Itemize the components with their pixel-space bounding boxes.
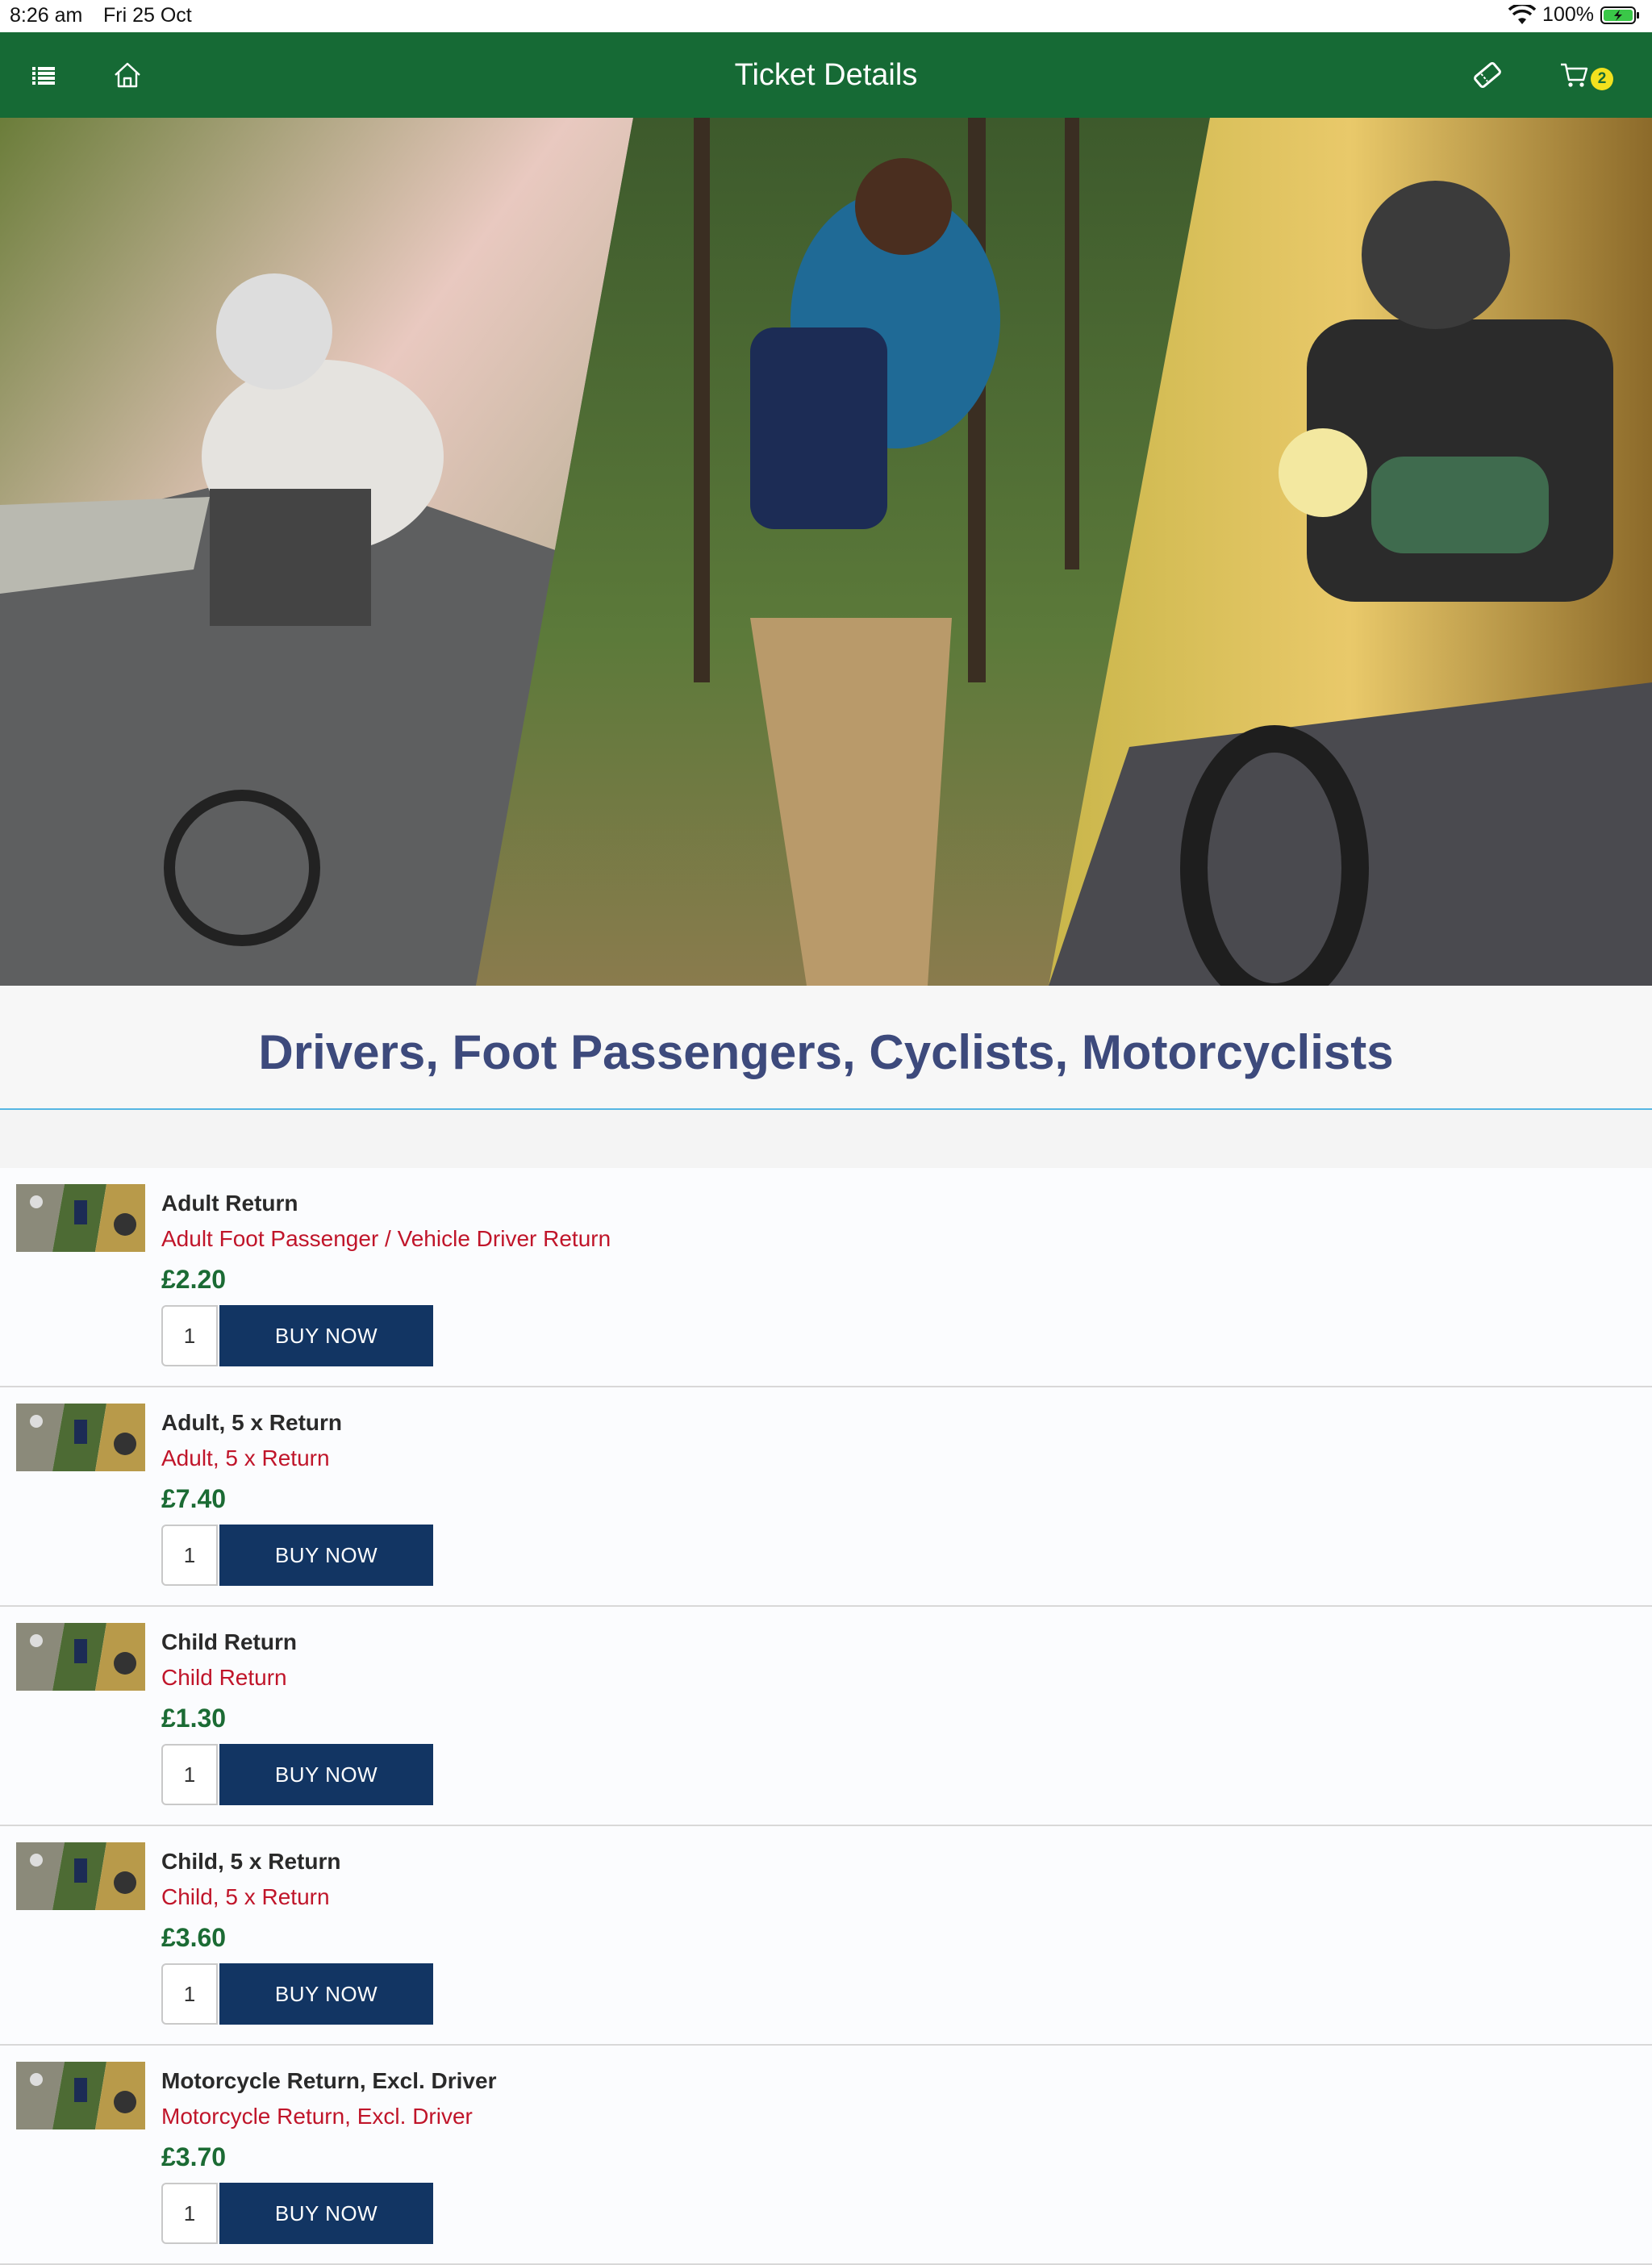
buy-now-button[interactable]: BUY NOW [219, 1744, 433, 1805]
ticket-item: Adult Return Adult Foot Passenger / Vehi… [0, 1168, 1652, 1387]
ticket-thumbnail [16, 1623, 145, 1691]
ticket-price: £2.20 [161, 1265, 227, 1294]
status-date: Fri 25 Oct [103, 4, 192, 27]
buy-now-button[interactable]: BUY NOW [219, 1305, 433, 1366]
cart-icon[interactable] [1558, 59, 1591, 91]
ticket-item: Motorcycle Return, Excl. Driver Motorcyc… [0, 2046, 1652, 2265]
battery-percent: 100% [1542, 3, 1594, 26]
ticket-item: Child Return Child Return £1.30 1 BUY NO… [0, 1607, 1652, 1826]
status-time: 8:26 am [10, 4, 83, 27]
quantity-input[interactable]: 1 [161, 2183, 218, 2244]
cart-count-badge: 2 [1591, 68, 1613, 90]
ticket-description: Adult Foot Passenger / Vehicle Driver Re… [161, 1226, 611, 1251]
quantity-input[interactable]: 1 [161, 1525, 218, 1586]
ticket-name: Adult Return [161, 1191, 298, 1216]
ticket-description: Child Return [161, 1665, 287, 1690]
ticket-name: Child Return [161, 1629, 297, 1654]
status-bar: 8:26 am Fri 25 Oct 100% [0, 0, 1652, 32]
buy-now-button[interactable]: BUY NOW [219, 1963, 433, 2025]
nav-bar: Ticket Details [0, 32, 1652, 118]
ticket-price: £3.60 [161, 1923, 227, 1952]
ticket-item: Child, 5 x Return Child, 5 x Return £3.6… [0, 1826, 1652, 2046]
hero-banner-image [0, 118, 1652, 986]
ticket-description: Child, 5 x Return [161, 1884, 330, 1909]
ticket-thumbnail [16, 1842, 145, 1910]
section-spacer [0, 1110, 1652, 1168]
quantity-input[interactable]: 1 [161, 1305, 218, 1366]
ticket-description: Motorcycle Return, Excl. Driver [161, 2104, 473, 2129]
ticket-name: Motorcycle Return, Excl. Driver [161, 2068, 497, 2093]
ticket-item: Adult, 5 x Return Adult, 5 x Return £7.4… [0, 1387, 1652, 1607]
status-right: 100% [1508, 3, 1641, 27]
quantity-input[interactable]: 1 [161, 1744, 218, 1805]
page-title: Ticket Details [734, 58, 918, 92]
section-header: Drivers, Foot Passengers, Cyclists, Moto… [0, 986, 1652, 1110]
ticket-price: £1.30 [161, 1704, 227, 1733]
ticket-thumbnail [16, 1404, 145, 1471]
wifi-icon [1508, 4, 1537, 24]
buy-now-button[interactable]: BUY NOW [219, 2183, 433, 2244]
ticket-thumbnail [16, 1184, 145, 1252]
ticket-list: Adult Return Adult Foot Passenger / Vehi… [0, 1168, 1652, 2265]
ticket-price: £3.70 [161, 2142, 227, 2171]
ticket-icon[interactable] [1471, 59, 1504, 91]
ticket-thumbnail [16, 2062, 145, 2129]
section-title: Drivers, Foot Passengers, Cyclists, Moto… [258, 1025, 1394, 1079]
quantity-input[interactable]: 1 [161, 1963, 218, 2025]
battery-icon [1600, 6, 1639, 24]
ticket-description: Adult, 5 x Return [161, 1445, 330, 1470]
ticket-name: Child, 5 x Return [161, 1849, 341, 1874]
buy-now-button[interactable]: BUY NOW [219, 1525, 433, 1586]
ticket-name: Adult, 5 x Return [161, 1410, 343, 1435]
ticket-price: £7.40 [161, 1484, 227, 1513]
